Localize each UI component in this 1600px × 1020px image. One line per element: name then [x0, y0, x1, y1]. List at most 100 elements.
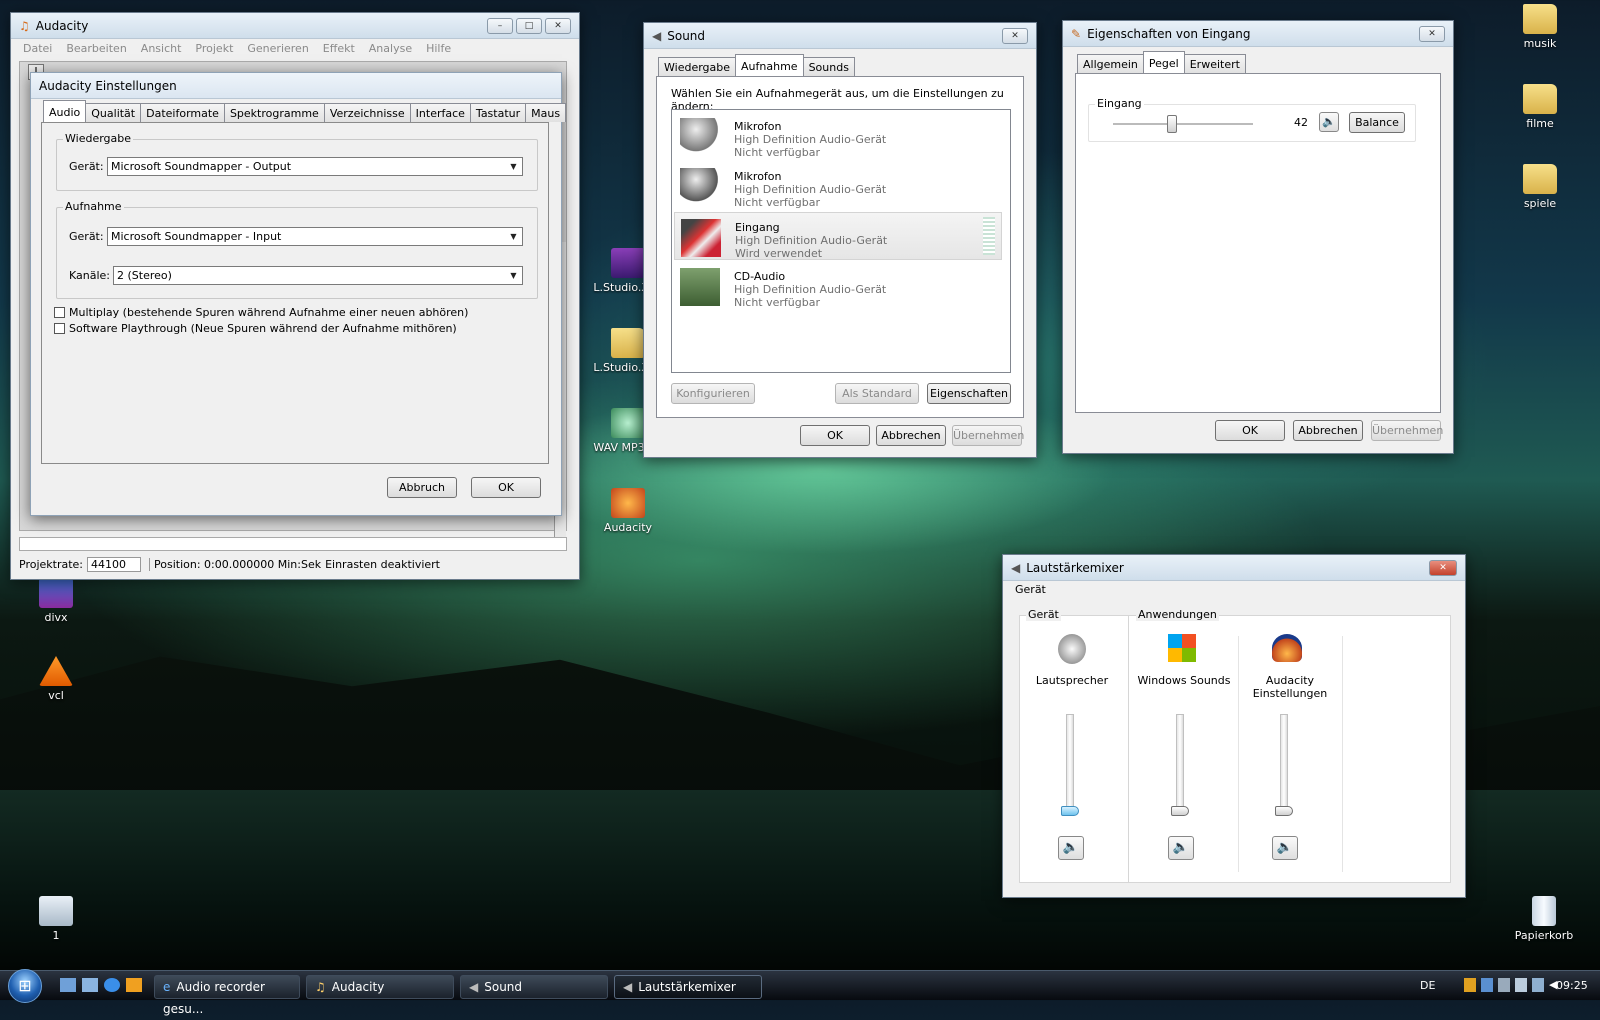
properties-apply-button[interactable]: Übernehmen	[1371, 420, 1443, 441]
menu-projekt[interactable]: Projekt	[195, 42, 233, 55]
set-default-button[interactable]: Als Standard	[835, 383, 919, 404]
menu-datei[interactable]: Datei	[23, 42, 52, 55]
lautsprecher-volume-thumb[interactable]	[1061, 806, 1079, 816]
level-slider-track[interactable]	[1113, 123, 1253, 125]
desktop-icon-spiele[interactable]: spiele	[1500, 164, 1580, 210]
tab-allgemein[interactable]: Allgemein	[1077, 54, 1144, 73]
balance-button[interactable]: Balance	[1349, 112, 1405, 133]
tab-verzeichnisse[interactable]: Verzeichnisse	[323, 103, 411, 122]
project-rate-combo[interactable]: 44100	[87, 557, 142, 572]
media-player-icon[interactable]	[126, 978, 142, 992]
windows-sounds-volume-thumb[interactable]	[1171, 806, 1189, 816]
windows-sounds-mute-icon[interactable]: 🔈	[1168, 836, 1194, 860]
taskbar-item-browser[interactable]: e Audio recorder gesu...	[154, 975, 300, 1016]
taskbar-item-mixer[interactable]: ◀ Lautstärkemixer	[614, 975, 762, 999]
switch-windows-icon[interactable]	[82, 978, 98, 992]
tab-qualitaet[interactable]: Qualität	[85, 103, 142, 122]
tab-tastatur[interactable]: Tastatur	[469, 103, 527, 122]
tab-erweitert[interactable]: Erweitert	[1183, 54, 1246, 73]
desktop-icon-musik[interactable]: musik	[1500, 4, 1580, 50]
device-desc: High Definition Audio-Gerät	[734, 283, 887, 296]
close-button[interactable]: ✕	[545, 17, 571, 34]
device-row-mikrofon-1[interactable]: Mikrofon High Definition Audio-Gerät Nicht…	[674, 112, 1002, 160]
device-row-eingang[interactable]: Eingang High Definition Audio-Gerät Wird v…	[674, 212, 1002, 260]
menu-bearbeiten[interactable]: Bearbeiten	[66, 42, 126, 55]
properties-button[interactable]: Eigenschaften	[927, 383, 1011, 404]
audacity-mute-icon[interactable]: 🔈	[1272, 836, 1298, 860]
sound-apply-button[interactable]: Übernehmen	[952, 425, 1024, 446]
desktop-icon-vlc[interactable]: vcl	[16, 656, 96, 702]
close-button[interactable]: ✕	[1419, 25, 1445, 42]
close-button[interactable]: ✕	[1429, 559, 1457, 576]
app-tray-icon[interactable]	[1481, 978, 1493, 992]
menu-analyse[interactable]: Analyse	[369, 42, 412, 55]
audacity-volume-thumb[interactable]	[1275, 806, 1293, 816]
lautsprecher-mute-icon[interactable]: 🔈	[1058, 836, 1084, 860]
close-button[interactable]: ✕	[1002, 27, 1028, 44]
tab-dateiformate[interactable]: Dateiformate	[140, 103, 225, 122]
mixer-titlebar[interactable]: ◀ Lautstärkemixer ✕	[1003, 555, 1465, 581]
audacity-volume-slider[interactable]	[1280, 714, 1288, 809]
desktop-icon-audacity[interactable]: Audacity	[588, 488, 668, 534]
channels-select[interactable]: 2 (Stereo) ▼	[113, 266, 523, 285]
lautsprecher-volume-slider[interactable]	[1066, 714, 1074, 809]
folder-icon	[1523, 164, 1557, 194]
tab-interface[interactable]: Interface	[409, 103, 471, 122]
clock[interactable]: 09:25	[1556, 979, 1588, 992]
network-icon[interactable]	[1532, 978, 1544, 992]
recording-device-list[interactable]: Mikrofon High Definition Audio-Gerät Nicht…	[671, 109, 1011, 373]
menu-effekt[interactable]: Effekt	[323, 42, 355, 55]
properties-cancel-button[interactable]: Abbrechen	[1293, 420, 1363, 441]
tab-maus[interactable]: Maus	[525, 103, 567, 122]
internet-explorer-icon[interactable]	[104, 978, 120, 992]
sound-cancel-button[interactable]: Abbrechen	[876, 425, 946, 446]
tab-pegel[interactable]: Pegel	[1142, 51, 1185, 73]
mute-speaker-icon[interactable]: 🔈	[1319, 112, 1339, 132]
taskbar-item-sound[interactable]: ◀ Sound	[460, 975, 608, 999]
start-button[interactable]: ⊞	[8, 969, 42, 1003]
settings-title: Audacity Einstellungen	[39, 78, 177, 93]
tab-audio-ea[interactable]: Audio E/A	[43, 100, 87, 138]
device-row-cd-audio[interactable]: CD-Audio High Definition Audio-Gerät Nicht…	[674, 262, 1002, 310]
desktop-icon-divx[interactable]: divx	[16, 578, 96, 624]
record-group-label: Aufnahme	[63, 200, 124, 213]
tab-spektrogramme[interactable]: Spektrogramme	[223, 103, 325, 122]
device-row-mikrofon-2[interactable]: Mikrofon High Definition Audio-Gerät Nicht…	[674, 162, 1002, 210]
settings-ok-button[interactable]: OK	[471, 477, 541, 498]
sound-ok-button[interactable]: OK	[800, 425, 870, 446]
desktop-icon-filme[interactable]: filme	[1500, 84, 1580, 130]
tab-aufnahme[interactable]: Aufnahme	[735, 54, 804, 76]
speaker-icon: ◀	[652, 28, 662, 43]
taskbar-item-audacity[interactable]: ♫ Audacity	[306, 975, 454, 999]
audacity-titlebar[interactable]: ♫ Audacity – □ ✕	[11, 13, 579, 39]
desktop-icon-1[interactable]: 1	[16, 896, 96, 942]
configure-button[interactable]: Konfigurieren	[671, 383, 755, 404]
properties-titlebar[interactable]: ✎ Eigenschaften von Eingang ✕	[1063, 21, 1453, 47]
properties-ok-button[interactable]: OK	[1215, 420, 1285, 441]
playthrough-checkbox[interactable]	[54, 323, 65, 334]
maximize-button[interactable]: □	[516, 17, 542, 34]
menu-geraet[interactable]: Gerät	[1015, 583, 1046, 596]
properties-tabbar: Allgemein Pegel Erweitert	[1077, 51, 1246, 73]
menu-hilfe[interactable]: Hilfe	[426, 42, 451, 55]
settings-cancel-button[interactable]: Abbruch	[387, 477, 457, 498]
playback-device-select[interactable]: Microsoft Soundmapper - Output ▼	[107, 157, 523, 176]
menu-generieren[interactable]: Generieren	[247, 42, 308, 55]
desktop-icon-recycle-bin[interactable]: Papierkorb	[1504, 896, 1584, 942]
security-shield-icon[interactable]	[1464, 978, 1476, 992]
sound-titlebar[interactable]: ◀ Sound ✕	[644, 23, 1036, 49]
app-tray-icon[interactable]	[1515, 978, 1527, 992]
minimize-button[interactable]: –	[487, 17, 513, 34]
level-value-field[interactable]: 42	[1265, 114, 1311, 132]
tab-wiedergabe[interactable]: Wiedergabe	[658, 57, 737, 76]
menu-ansicht[interactable]: Ansicht	[141, 42, 182, 55]
show-desktop-icon[interactable]	[60, 978, 76, 992]
settings-titlebar[interactable]: Audacity Einstellungen	[31, 73, 561, 99]
windows-sounds-volume-slider[interactable]	[1176, 714, 1184, 809]
language-indicator[interactable]: DE	[1420, 979, 1435, 992]
record-device-select[interactable]: Microsoft Soundmapper - Input ▼	[107, 227, 523, 246]
level-slider-thumb[interactable]	[1166, 115, 1177, 133]
multiplay-checkbox[interactable]	[54, 307, 65, 318]
tab-sounds[interactable]: Sounds	[802, 57, 855, 76]
app-tray-icon[interactable]	[1498, 978, 1510, 992]
